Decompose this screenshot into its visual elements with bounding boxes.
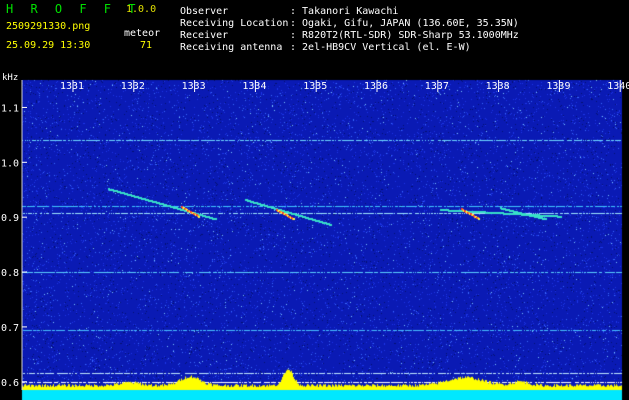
x-tick-label: 1338 — [486, 81, 510, 92]
location-value: : Ogaki, Gifu, JAPAN (136.60E, 35.35N) — [290, 18, 519, 29]
x-tick-label: 1334 — [242, 81, 266, 92]
observer-label: Observer — [180, 6, 229, 17]
file-name: 2509291330.png — [6, 21, 91, 32]
axis-unit-label: kHz — [2, 73, 18, 83]
y-tick-label: 0.8 — [1, 268, 19, 279]
meteor-count: 71 — [140, 40, 153, 51]
app-version: 1.0.0 — [126, 4, 157, 15]
x-tick-label: 1331 — [60, 81, 84, 92]
x-tick-label: 1336 — [364, 81, 388, 92]
x-tick-label: 1340 — [607, 81, 629, 92]
spectrogram-axes: kHz 1.1 1.0 0.9 0.8 0.7 0.6 1331 1332 1333 1334 133… — [1, 73, 629, 390]
file-datetime: 25.09.29 13:30 — [6, 40, 91, 51]
spectrogram: kHz 1.1 1.0 0.9 0.8 0.7 0.6 1331 1332 1333 1334 133… — [0, 72, 629, 400]
meteor-label: meteor — [124, 28, 161, 39]
x-tick-label: 1335 — [303, 81, 327, 92]
observer-value: : Takanori Kawachi — [290, 6, 399, 17]
x-tick-label: 1339 — [546, 81, 570, 92]
x-tick-label: 1332 — [121, 81, 145, 92]
receiver-label: Receiver — [180, 30, 229, 41]
y-tick-label: 0.7 — [1, 323, 19, 334]
y-tick-label: 1.0 — [1, 158, 19, 169]
y-tick-label: 0.6 — [1, 378, 19, 389]
receiver-value: : R820T2(RTL-SDR) SDR-Sharp 53.1000MHz — [290, 30, 519, 41]
antenna-label: Receiving antenna — [180, 42, 283, 53]
x-tick-label: 1333 — [182, 81, 206, 92]
location-label: Receiving Location — [180, 18, 289, 29]
antenna-value: : 2el-HB9CV Vertical (el. E-W) — [290, 42, 471, 53]
header-panel: H R O F F T 1.0.0 2509291330.png meteor … — [0, 0, 629, 72]
y-tick-label: 0.9 — [1, 213, 19, 224]
y-tick-label: 1.1 — [1, 103, 19, 114]
x-tick-label: 1337 — [425, 81, 449, 92]
app-logo: H R O F F T — [6, 2, 141, 16]
